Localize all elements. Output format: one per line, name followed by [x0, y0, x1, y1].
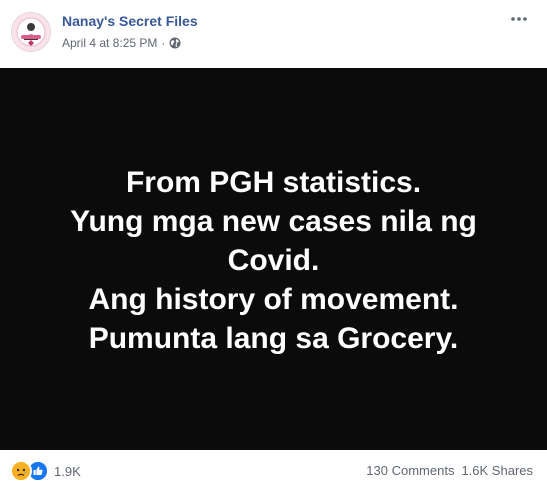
post-image[interactable]: From PGH statistics. Yung mga new cases …: [0, 68, 547, 450]
globe-icon[interactable]: [169, 37, 181, 49]
image-text-line: Yung mga new cases nila ng: [70, 205, 477, 238]
more-options-icon[interactable]: [507, 10, 531, 28]
sad-reaction-icon: [10, 460, 32, 482]
image-text-line: Pumunta lang sa Grocery.: [88, 322, 459, 355]
facebook-post: Nanay's Secret Files April 4 at 8:25 PM …: [0, 0, 547, 487]
post-header: Nanay's Secret Files April 4 at 8:25 PM …: [0, 0, 547, 68]
post-meta: April 4 at 8:25 PM ·: [62, 36, 181, 50]
page-name-link[interactable]: Nanay's Secret Files: [62, 13, 198, 29]
comments-count-link[interactable]: 130 Comments: [366, 463, 454, 478]
avatar-logo-icon: [12, 13, 50, 51]
meta-separator: ·: [161, 36, 166, 50]
post-footer: 1.9K 130 Comments 1.6K Shares: [0, 450, 547, 487]
post-timestamp[interactable]: April 4 at 8:25 PM: [62, 36, 157, 50]
reactions-summary[interactable]: 1.9K: [10, 460, 81, 482]
post-stats: 130 Comments 1.6K Shares: [366, 463, 533, 478]
image-text-line: From PGH statistics.: [125, 166, 422, 199]
post-image-text: From PGH statistics. Yung mga new cases …: [0, 163, 547, 358]
image-text-line: Covid.: [227, 244, 320, 277]
image-text-line: Ang history of movement.: [88, 283, 459, 316]
reaction-count: 1.9K: [54, 463, 81, 479]
shares-count-link[interactable]: 1.6K Shares: [461, 463, 533, 478]
page-avatar[interactable]: [11, 12, 51, 52]
